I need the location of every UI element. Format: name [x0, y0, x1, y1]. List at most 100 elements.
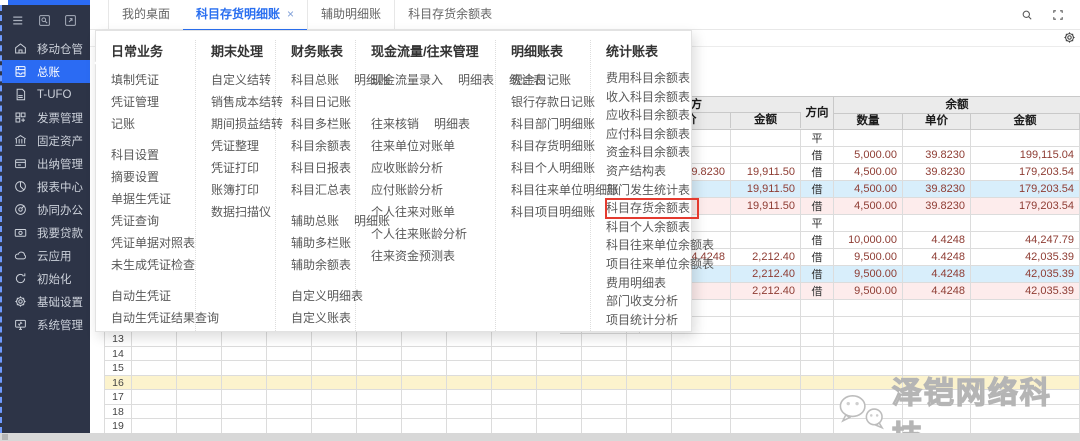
menu-item[interactable]: 自定义账表	[291, 307, 355, 329]
menu-item[interactable]: 项目统计分析	[606, 311, 693, 330]
menu-item[interactable]: 科目余额表	[291, 135, 355, 157]
menu-item[interactable]: 资金科目余额表	[606, 143, 693, 162]
collab-compass-icon	[13, 202, 28, 217]
grid-row[interactable]: 17	[104, 390, 1080, 405]
menu-item[interactable]	[291, 276, 355, 285]
menu-item[interactable]: 凭证查询	[111, 210, 195, 232]
menu-item[interactable]: 现金日记账	[511, 69, 590, 91]
sidebar-item-mobile-warehouse[interactable]: 移动仓管	[2, 37, 90, 60]
menu-item[interactable]: 个人往来账龄分析	[371, 223, 495, 245]
menu-item[interactable]: 摘要设置	[111, 166, 195, 188]
menu-item[interactable]: 应收账龄分析	[371, 157, 495, 179]
menu-item[interactable]: 收入科目余额表	[606, 88, 693, 107]
menu-item[interactable]: 科目存货余额表	[606, 199, 698, 218]
sidebar-item-general-ledger[interactable]: 总账	[2, 60, 90, 83]
menu-item[interactable]: 科目设置	[111, 144, 195, 166]
menu-item[interactable]: 部门发生统计表	[606, 181, 693, 200]
menu-item[interactable]: 往来资金预测表	[371, 245, 495, 267]
menu-item[interactable]: 科目部门明细账	[511, 113, 590, 135]
tab[interactable]: 我的桌面	[108, 0, 183, 29]
sidebar-item-report-center[interactable]: 报表中心	[2, 175, 90, 198]
sidebar-item-initialize[interactable]: 初始化	[2, 267, 90, 290]
menu-item[interactable]: 科目日报表	[291, 157, 355, 179]
menu-item[interactable]	[371, 91, 495, 113]
menu-item[interactable]: 部门收支分析	[606, 292, 693, 311]
menu-item[interactable]: 填制凭证	[111, 69, 195, 91]
menu-item[interactable]: 科目个人明细账	[511, 157, 590, 179]
hamburger-menu-icon[interactable]	[11, 13, 26, 28]
fullscreen-icon[interactable]	[1051, 8, 1065, 22]
menu-item[interactable]: 自定义结转	[211, 69, 275, 91]
menu-item[interactable]: 应收科目余额表	[606, 106, 693, 125]
doc-search-icon[interactable]	[37, 13, 52, 28]
grid-row[interactable]: 18	[104, 405, 1080, 420]
menu-item[interactable]: 往来核销明细表	[371, 113, 495, 135]
menu-item[interactable]: 期间损益结转	[211, 113, 275, 135]
search-icon[interactable]	[1020, 8, 1034, 22]
sidebar-item-t-ufo[interactable]: T-UFO	[2, 83, 90, 106]
sidebar-item-cloud-apps[interactable]: 云应用	[2, 244, 90, 267]
menu-item[interactable]: 记账	[111, 113, 195, 135]
sidebar-item-basic-settings[interactable]: 基础设置	[2, 290, 90, 313]
grid-row[interactable]: 15	[104, 361, 1080, 376]
menu-item[interactable]: 辅助多栏账	[291, 232, 355, 254]
menu-item[interactable]: 往来单位对账单	[371, 135, 495, 157]
grid-row[interactable]: 14	[104, 347, 1080, 362]
menu-item[interactable]: 未生成凭证检查	[111, 254, 195, 276]
menu-item[interactable]: 自动生凭证结果查询	[111, 307, 195, 329]
menu-item[interactable]: 现金流量录入明细表统计表	[371, 69, 495, 91]
menu-item[interactable]: 凭证整理	[211, 135, 275, 157]
tab[interactable]: 科目存货明细账×	[183, 0, 307, 31]
menu-item[interactable]: 账簿打印	[211, 179, 275, 201]
menu-item[interactable]: 科目日记账	[291, 91, 355, 113]
menu-item[interactable]: 个人往来对账单	[371, 201, 495, 223]
sidebar-item-invoice[interactable]: 发票管理	[2, 106, 90, 129]
menu-item[interactable]: 数据扫描仪	[211, 201, 275, 223]
menu-item[interactable]: 凭证管理	[111, 91, 195, 113]
sidebar-item-system-admin[interactable]: 系统管理	[2, 313, 90, 336]
menu-item[interactable]: 科目多栏账	[291, 113, 355, 135]
menu-item[interactable]: 费用明细表	[606, 274, 693, 293]
menu-item[interactable]: 应付账龄分析	[371, 179, 495, 201]
menu-item[interactable]: 科目项目明细账	[511, 201, 590, 223]
menu-item[interactable]: 单据生凭证	[111, 188, 195, 210]
tab[interactable]: 科目存货余额表	[394, 0, 505, 29]
menu-item[interactable]	[111, 135, 195, 144]
menu-item[interactable]: 科目总账明细账	[291, 69, 355, 91]
scrollbar-arrow[interactable]	[2, 434, 8, 440]
balance-price-header: 单价	[903, 114, 971, 129]
sidebar-item-fixed-assets[interactable]: 固定资产	[2, 129, 90, 152]
menu-item[interactable]	[111, 276, 195, 285]
menu-item[interactable]: 辅助总账明细账	[291, 210, 355, 232]
menu-item[interactable]: 科目存货明细账	[511, 135, 590, 157]
menu-item[interactable]: 凭证单据对照表	[111, 232, 195, 254]
grid-row[interactable]: 13	[104, 332, 1080, 347]
menu-item[interactable]: 科目往来单位明细账	[511, 179, 590, 201]
tab[interactable]: 辅助明细账	[307, 0, 394, 29]
menu-item[interactable]: 科目汇总表	[291, 179, 355, 201]
sidebar-item-collaboration[interactable]: 协同办公	[2, 198, 90, 221]
balance-qty-cell: 9,500.00	[834, 283, 903, 300]
menu-item[interactable]: 凭证打印	[211, 157, 275, 179]
sidebar-item-cashier[interactable]: 出纳管理	[2, 152, 90, 175]
menu-item[interactable]: 自定义明细表	[291, 285, 355, 307]
menu-item[interactable]: 银行存款日记账	[511, 91, 590, 113]
sidebar-item-loan[interactable]: 我要贷款	[2, 221, 90, 244]
export-icon[interactable]	[63, 13, 78, 28]
menu-item[interactable]: 费用科目余额表	[606, 69, 693, 88]
menu-item[interactable]: 应付科目余额表	[606, 125, 693, 144]
grid-row[interactable]: 19	[104, 419, 1080, 434]
grid-row[interactable]: 16	[104, 376, 1080, 391]
close-icon[interactable]: ×	[287, 7, 294, 21]
menu-item[interactable]	[291, 201, 355, 210]
grid-settings-gear-icon[interactable]	[1062, 30, 1077, 45]
menu-item[interactable]: 自动生凭证	[111, 285, 195, 307]
horizontal-scrollbar[interactable]	[0, 433, 1080, 441]
menu-item[interactable]: 项目往来单位余额表	[606, 255, 693, 274]
menu-item[interactable]: 科目个人余额表	[606, 218, 693, 237]
menu-item[interactable]: 资产结构表	[606, 162, 693, 181]
menu-item[interactable]: 科目往来单位余额表	[606, 236, 693, 255]
menu-item[interactable]: 辅助余额表	[291, 254, 355, 276]
balance-qty-cell: 4,500.00	[834, 181, 903, 198]
menu-item[interactable]: 销售成本结转	[211, 91, 275, 113]
